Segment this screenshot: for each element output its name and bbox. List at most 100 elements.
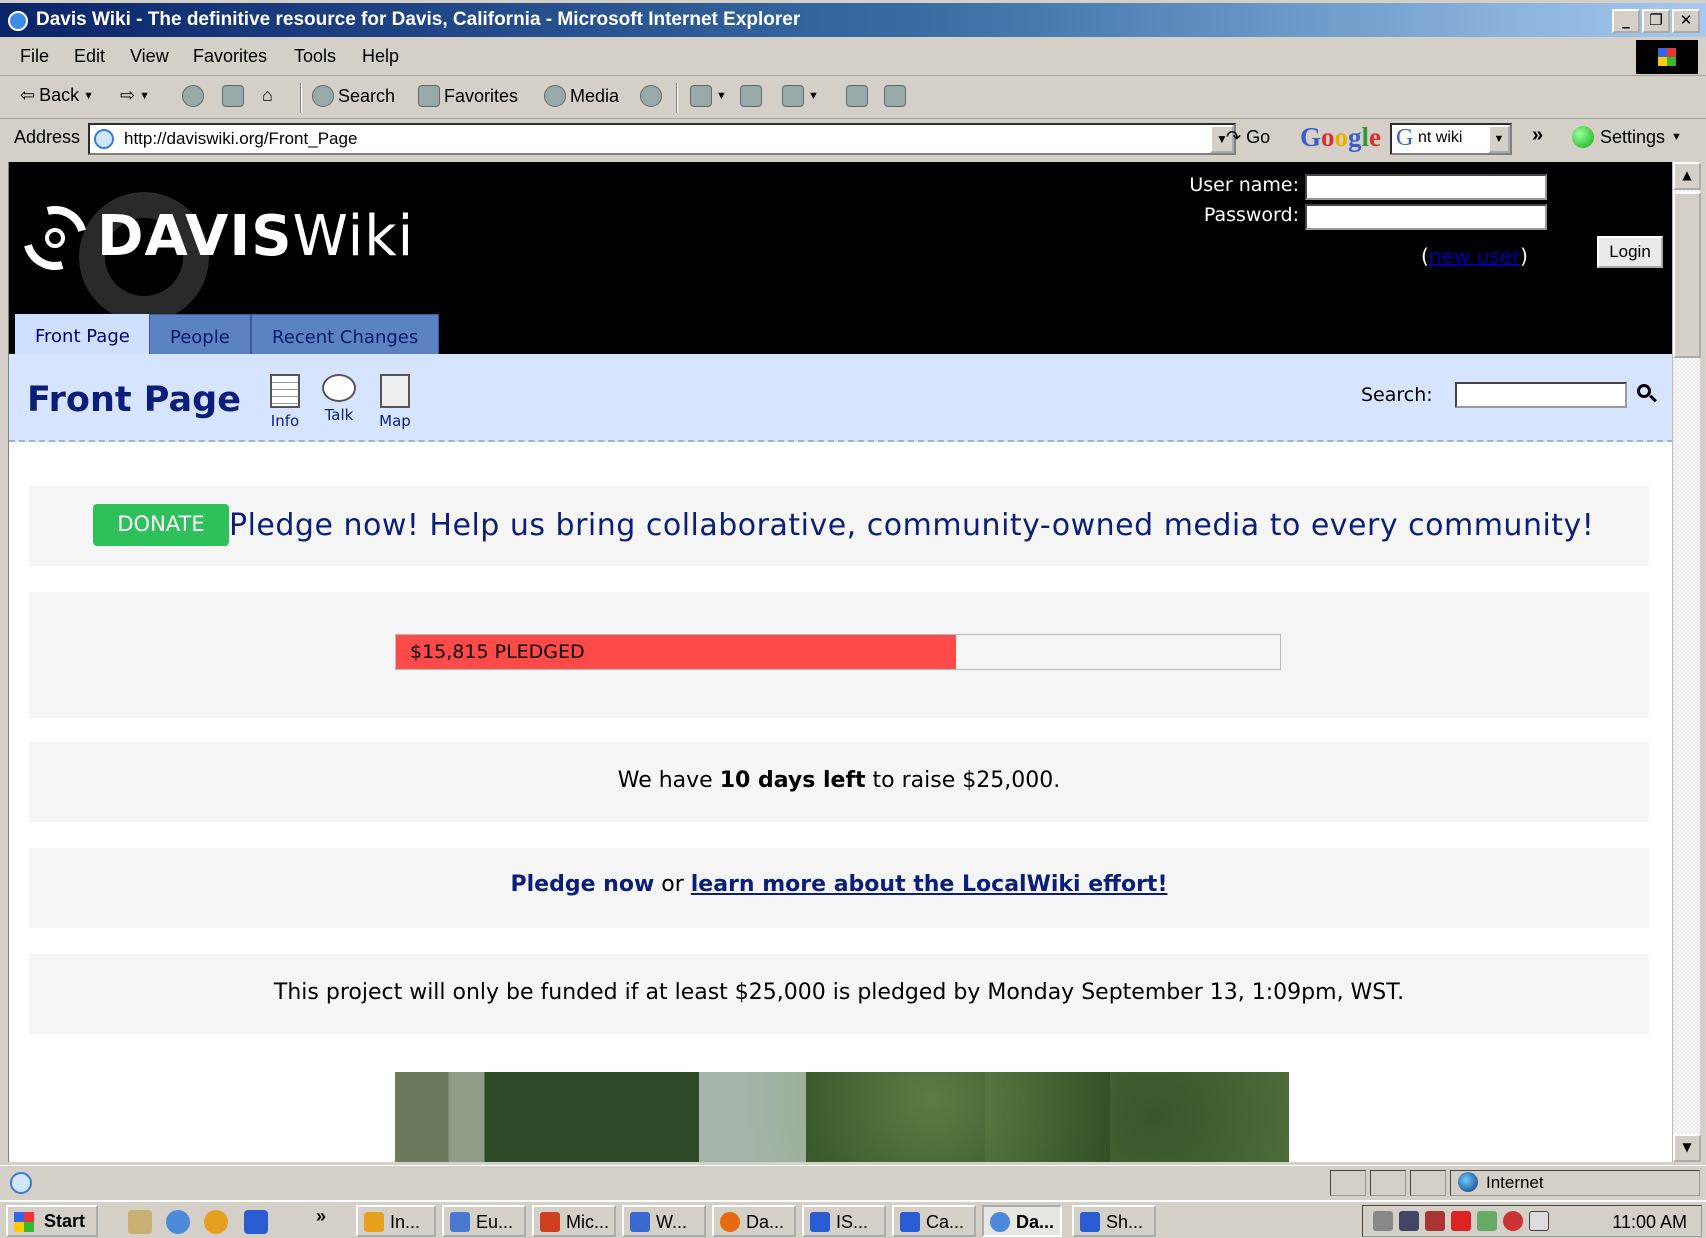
task-item[interactable]: Da... [712,1205,796,1237]
window-title: Davis Wiki - The definitive resource for… [36,9,801,30]
messenger-button[interactable] [884,85,906,107]
pledge-now-link[interactable]: Pledge now [511,872,655,897]
home-button[interactable]: ⌂ [262,85,273,106]
clock: 11:00 AM [1612,1212,1687,1232]
favorites-button[interactable]: Favorites [418,85,518,107]
pen-icon[interactable] [1425,1211,1445,1231]
google-search-input[interactable]: nt wiki ▼ [1390,123,1512,155]
address-url: http://daviswiki.org/Front_Page [124,129,358,148]
menu-file[interactable]: File [20,46,49,67]
page-viewport: DAVISWiki User name: Password: (new user… [8,162,1672,1162]
tab-people[interactable]: People [149,314,251,354]
task-item-active[interactable]: Da... [982,1205,1062,1237]
update-icon[interactable] [1503,1211,1523,1231]
minimize-button[interactable]: _ [1612,9,1640,33]
map-button[interactable]: Map [365,374,425,430]
mail-button[interactable]: ▼ [690,85,727,107]
toolbar-overflow-icon[interactable]: » [1532,124,1543,147]
tab-recent-changes[interactable]: Recent Changes [251,314,440,354]
search-label: Search: [1361,384,1433,406]
close-button[interactable]: ✕ [1672,9,1700,33]
show-desktop-icon[interactable] [128,1210,152,1234]
refresh-button[interactable] [222,85,244,107]
task-item[interactable]: Mic... [532,1205,616,1237]
title-bar[interactable]: Davis Wiki - The definitive resource for… [0,3,1706,37]
menu-favorites[interactable]: Favorites [193,46,267,67]
volume-icon[interactable] [1373,1211,1393,1231]
pledge-headline[interactable]: Pledge now! Help us bring collaborative,… [229,508,1594,543]
new-user-wrapper: (new user) [1421,244,1528,268]
messenger-icon [884,85,906,107]
logo-center-icon [45,228,65,248]
edit-button[interactable]: ▼ [782,85,819,107]
address-bar: Address http://daviswiki.org/Front_Page … [0,120,1706,160]
word-quicklaunch-icon[interactable] [244,1210,268,1234]
map-icon [380,374,410,408]
word-icon [782,85,804,107]
info-button[interactable]: Info [255,374,315,430]
magnifier-icon[interactable] [1637,384,1651,398]
scroll-up-icon[interactable]: ▲ [1673,162,1701,190]
scroll-thumb[interactable] [1673,192,1701,358]
mail-icon [690,85,712,107]
quicklaunch-overflow-icon[interactable]: » [316,1206,326,1227]
start-button[interactable]: Start [6,1205,98,1237]
status-bar: Internet [0,1165,1706,1199]
forward-button[interactable]: ⇨ ▼ [120,85,150,106]
stop-button[interactable] [182,85,204,107]
google-dropdown-icon[interactable]: ▼ [1488,125,1510,153]
password-label: Password: [1203,204,1299,226]
google-query: nt wiki [1418,129,1463,146]
google-logo[interactable]: Google [1300,122,1381,153]
search-button[interactable]: Search [312,85,395,107]
discuss-button[interactable] [846,85,868,107]
history-icon [640,85,662,107]
system-tray: 11:00 AM [1362,1205,1702,1237]
go-button[interactable]: ↷ Go [1226,127,1270,148]
mail-tray-icon[interactable] [1529,1211,1549,1231]
site-logo[interactable]: DAVISWiki [97,204,414,269]
search-input[interactable] [1455,382,1627,408]
menu-help[interactable]: Help [362,46,399,67]
task-item[interactable]: In... [356,1205,436,1237]
task-item[interactable]: IS... [802,1205,886,1237]
task-item[interactable]: Sh... [1072,1205,1156,1237]
menu-tools[interactable]: Tools [294,46,336,67]
talk-bubble-icon [322,374,356,402]
ie-quicklaunch-icon[interactable] [166,1210,190,1234]
new-user-link[interactable]: new user [1429,244,1520,268]
task-item[interactable]: Eu... [442,1205,526,1237]
login-button[interactable]: Login [1597,236,1663,268]
wiki-header: DAVISWiki User name: Password: (new user… [9,162,1672,354]
chrome-quicklaunch-icon[interactable] [204,1210,228,1234]
donate-button[interactable]: DONATE [93,504,229,546]
campus-photo [395,1072,1289,1162]
vertical-scrollbar[interactable]: ▲ ▼ [1672,162,1701,1162]
task-item[interactable]: W... [622,1205,706,1237]
antivirus-icon[interactable] [1451,1211,1471,1231]
restore-button[interactable]: ❐ [1642,9,1670,33]
network-icon[interactable] [1399,1211,1419,1231]
ie-icon [8,11,28,31]
username-input[interactable] [1305,174,1547,200]
back-button[interactable]: ⇦ Back ▼ [20,85,94,106]
password-input[interactable] [1305,204,1547,230]
pledge-links-box: Pledge now or learn more about the Local… [29,848,1649,928]
talk-button[interactable]: Talk [309,374,369,424]
funding-condition-box: This project will only be funded if at l… [29,954,1649,1034]
tab-front-page[interactable]: Front Page [15,314,150,354]
task-item[interactable]: Ca... [892,1205,976,1237]
history-button[interactable] [640,85,662,107]
learn-more-link[interactable]: learn more about the LocalWiki effort! [691,872,1168,897]
pledge-progress-bar: $15,815 PLEDGED [395,634,1281,670]
address-input[interactable]: http://daviswiki.org/Front_Page ▼ [88,123,1236,155]
sync-icon[interactable] [1477,1211,1497,1231]
google-settings-button[interactable]: Settings ▼ [1572,126,1682,148]
menu-view[interactable]: View [130,46,169,67]
print-button[interactable] [740,85,762,107]
scroll-down-icon[interactable]: ▼ [1673,1134,1701,1162]
menu-edit[interactable]: Edit [74,46,105,67]
print-icon [740,85,762,107]
discuss-icon [846,85,868,107]
media-button[interactable]: Media [544,85,619,107]
